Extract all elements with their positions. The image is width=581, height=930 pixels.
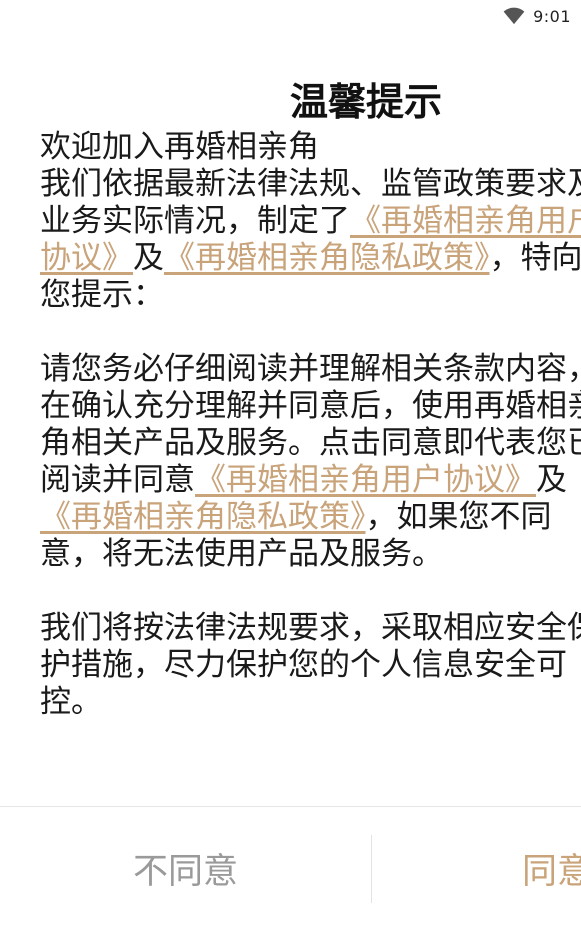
dialog-title: 温馨提示 — [290, 80, 443, 124]
button-separator — [371, 835, 372, 903]
user-agreement-link-2[interactable]: 《再婚相亲角用户协议》 — [195, 462, 536, 498]
wifi-icon — [503, 7, 525, 25]
privacy-policy-link-2[interactable]: 《再婚相亲角隐私政策》 — [40, 499, 366, 535]
security-paragraph: 我们将按法律法规要求，采取相应安全保护措施，尽力保护您的个人信息安全可控。 — [40, 610, 581, 720]
agree-button[interactable]: 同意 — [522, 807, 581, 930]
and-text: 及 — [133, 240, 164, 276]
privacy-policy-link[interactable]: 《再婚相亲角隐私政策》 — [164, 240, 490, 276]
intro-paragraph: 我们依据最新法律法规、监管政策要求及业务实际情况，制定了《再婚相亲角用户协议》及… — [40, 166, 581, 314]
dialog-button-bar: 不同意 同意 — [0, 807, 581, 930]
status-time: 9:01 — [533, 6, 571, 26]
disagree-button[interactable]: 不同意 — [0, 807, 371, 930]
consent-paragraph: 请您务必仔细阅读并理解相关条款内容，在确认充分理解并同意后，使用再婚相亲角相关产… — [40, 351, 581, 573]
and-text-2: 及 — [536, 462, 567, 498]
status-icons: 9:01 — [503, 5, 571, 27]
status-bar: 9:01 — [0, 0, 581, 32]
content-text: 欢迎加入再婚相亲角 我们依据最新法律法规、监管政策要求及业务实际情况，制定了《再… — [40, 129, 581, 721]
dialog-content[interactable]: 欢迎加入再婚相亲角 我们依据最新法律法规、监管政策要求及业务实际情况，制定了《再… — [40, 129, 581, 805]
welcome-line: 欢迎加入再婚相亲角 — [40, 129, 319, 165]
